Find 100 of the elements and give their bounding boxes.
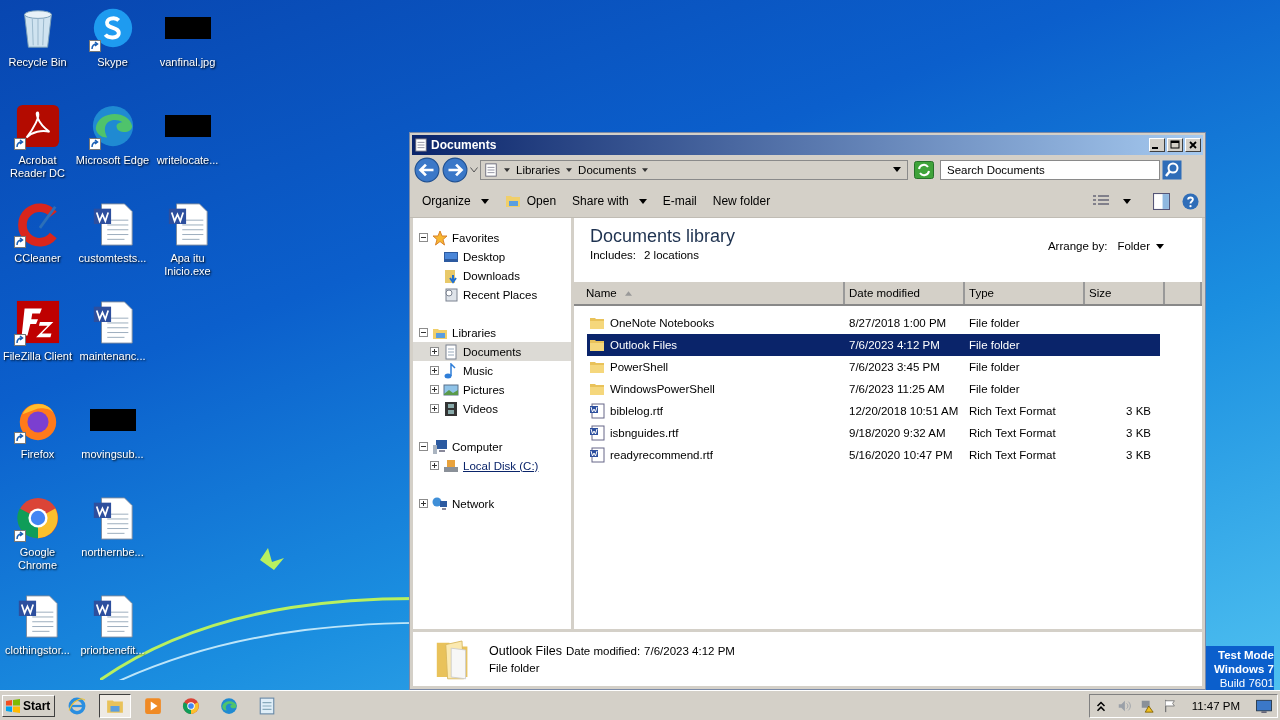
- file-name: isbnguides.rtf: [610, 427, 679, 439]
- expand-icon[interactable]: [430, 385, 439, 394]
- file-row[interactable]: readyrecommend.rtf 5/16/2020 10:47 PM Rich Text Format 3 KB: [587, 444, 1160, 466]
- search-icon[interactable]: [1162, 160, 1182, 180]
- document-icon: [443, 343, 459, 360]
- file-size: 3 KB: [1125, 449, 1152, 461]
- column-header[interactable]: Size: [1085, 282, 1165, 304]
- navigation-item[interactable]: Pictures: [463, 383, 505, 396]
- minimize-button[interactable]: [1149, 138, 1165, 152]
- caret-icon[interactable]: [642, 167, 649, 173]
- navigation-item[interactable]: Libraries: [452, 326, 497, 339]
- toolbar-button[interactable]: Share with: [566, 191, 653, 211]
- desktop-icon-label[interactable]: Microsoft Edge: [75, 154, 150, 167]
- caret-icon[interactable]: [1123, 198, 1131, 204]
- expand-icon[interactable]: [430, 366, 439, 375]
- search-field[interactable]: Search Documents: [940, 160, 1160, 180]
- history-dropdown-icon[interactable]: [470, 167, 478, 173]
- desktop-icon-label[interactable]: writelocate...: [156, 154, 219, 167]
- folder-icon: [589, 359, 605, 375]
- navigation-item[interactable]: Downloads: [463, 269, 520, 282]
- network-warning-icon[interactable]: [1139, 698, 1154, 713]
- desktop-icon-label[interactable]: CCleaner: [14, 252, 61, 265]
- desktop-icon-label[interactable]: priorbenefit...: [80, 644, 145, 657]
- toolbar-button[interactable]: New folder: [706, 191, 777, 211]
- show-desktop-icon[interactable]: [1255, 698, 1273, 713]
- clock[interactable]: 11:47 PM: [1191, 699, 1240, 712]
- navigation-item[interactable]: Network: [452, 497, 495, 510]
- collapse-icon[interactable]: [419, 328, 428, 337]
- help-icon[interactable]: [1182, 192, 1199, 210]
- desktop-icon-label[interactable]: Acrobat Reader DC: [0, 154, 75, 180]
- file-row[interactable]: biblelog.rtf 12/20/2018 10:51 AM Rich Text Format 3 KB: [587, 400, 1160, 422]
- desktop-icon-label[interactable]: customtests...: [78, 252, 147, 265]
- date-modified: 7/6/2023 11:25 AM: [848, 383, 946, 395]
- file-row[interactable]: PowerShell 7/6/2023 3:45 PM File folder: [587, 356, 1160, 378]
- navigation-item[interactable]: Recent Places: [463, 288, 538, 301]
- desktop-icon-label[interactable]: Skype: [97, 56, 128, 69]
- image-thumbnail: [89, 409, 136, 431]
- notepad-icon: [258, 696, 277, 715]
- desktop-icon-label[interactable]: maintenanc...: [79, 350, 146, 363]
- desktop-icon-label[interactable]: movingsub...: [81, 448, 144, 461]
- expand-icon[interactable]: [430, 404, 439, 413]
- desktop-icon-label[interactable]: northernbe...: [81, 546, 144, 559]
- navigation-item[interactable]: Computer: [452, 440, 503, 453]
- navigation-item[interactable]: Desktop: [463, 250, 506, 263]
- file-row[interactable]: Outlook Files 7/6/2023 4:12 PM File folder: [587, 334, 1160, 356]
- caret-icon[interactable]: [893, 167, 901, 173]
- word-document-icon: [589, 403, 605, 419]
- date-modified: 9/18/2020 9:32 AM: [848, 427, 947, 439]
- image-thumbnail: [164, 115, 211, 137]
- forward-button[interactable]: [442, 157, 468, 183]
- preview-pane-icon[interactable]: [1153, 192, 1170, 210]
- folder-icon: [589, 315, 605, 331]
- taskbar-app-button[interactable]: [99, 693, 132, 718]
- desktop-icon-label[interactable]: FileZilla Client: [2, 350, 73, 363]
- expand-icon[interactable]: [419, 499, 428, 508]
- navigation-item[interactable]: Local Disk (C:): [463, 459, 539, 472]
- column-header[interactable]: Date modified: [845, 282, 965, 304]
- maximize-button[interactable]: [1167, 138, 1183, 152]
- file-name: WindowsPowerShell: [610, 383, 715, 395]
- arrange-by-dropdown[interactable]: Folder: [1117, 240, 1164, 252]
- flag-icon[interactable]: [1162, 698, 1177, 713]
- column-header[interactable]: Name: [574, 282, 845, 304]
- address-bar[interactable]: Libraries Documents: [480, 160, 908, 180]
- expand-icon[interactable]: [430, 461, 439, 470]
- collapse-icon[interactable]: [419, 233, 428, 242]
- refresh-button[interactable]: [914, 161, 934, 179]
- toolbar-button[interactable]: Organize: [416, 191, 495, 211]
- navigation-item[interactable]: Favorites: [452, 231, 500, 244]
- file-row[interactable]: isbnguides.rtf 9/18/2020 9:32 AM Rich Text Format 3 KB: [587, 422, 1160, 444]
- desktop-icon-label[interactable]: clothingstor...: [5, 644, 70, 657]
- start-button[interactable]: Start: [2, 694, 56, 717]
- toolbar-button[interactable]: E-mail: [656, 191, 703, 211]
- locations-link[interactable]: 2 locations: [644, 249, 699, 261]
- back-button[interactable]: [414, 157, 440, 183]
- navigation-item[interactable]: Music: [463, 364, 494, 377]
- film-icon: [443, 400, 459, 417]
- desktop-icon-label[interactable]: Recycle Bin: [8, 56, 67, 69]
- file-row[interactable]: OneNote Notebooks 8/27/2018 1:00 PM File folder: [587, 312, 1160, 334]
- date-modified: 7/6/2023 3:45 PM: [848, 361, 941, 373]
- desktop-icon-label[interactable]: vanfinal.jpg: [159, 56, 216, 69]
- file-name: PowerShell: [610, 361, 669, 373]
- view-list-icon[interactable]: [1093, 194, 1109, 208]
- file-size: 3 KB: [1125, 405, 1152, 417]
- desktop-icon-label[interactable]: Apa itu Inicio.exe: [150, 252, 225, 278]
- caret-icon[interactable]: [566, 167, 573, 173]
- breadcrumb-item[interactable]: Documents: [578, 164, 637, 176]
- expand-icon[interactable]: [430, 347, 439, 356]
- breadcrumb-item[interactable]: Libraries: [516, 164, 561, 176]
- folder-icon: [504, 193, 521, 209]
- file-row[interactable]: WindowsPowerShell 7/6/2023 11:25 AM File folder: [587, 378, 1160, 400]
- column-header[interactable]: Type: [965, 282, 1085, 304]
- desktop-icon-label[interactable]: Google Chrome: [0, 546, 75, 572]
- collapse-icon[interactable]: [419, 442, 428, 451]
- toolbar-button[interactable]: Open: [498, 190, 563, 212]
- edge-icon: [220, 696, 239, 715]
- caret-icon[interactable]: [504, 167, 510, 173]
- desktop-icon-label[interactable]: Firefox: [20, 448, 55, 461]
- navigation-item[interactable]: Videos: [463, 402, 498, 415]
- image-thumbnail: [164, 17, 211, 39]
- close-button[interactable]: [1185, 138, 1201, 152]
